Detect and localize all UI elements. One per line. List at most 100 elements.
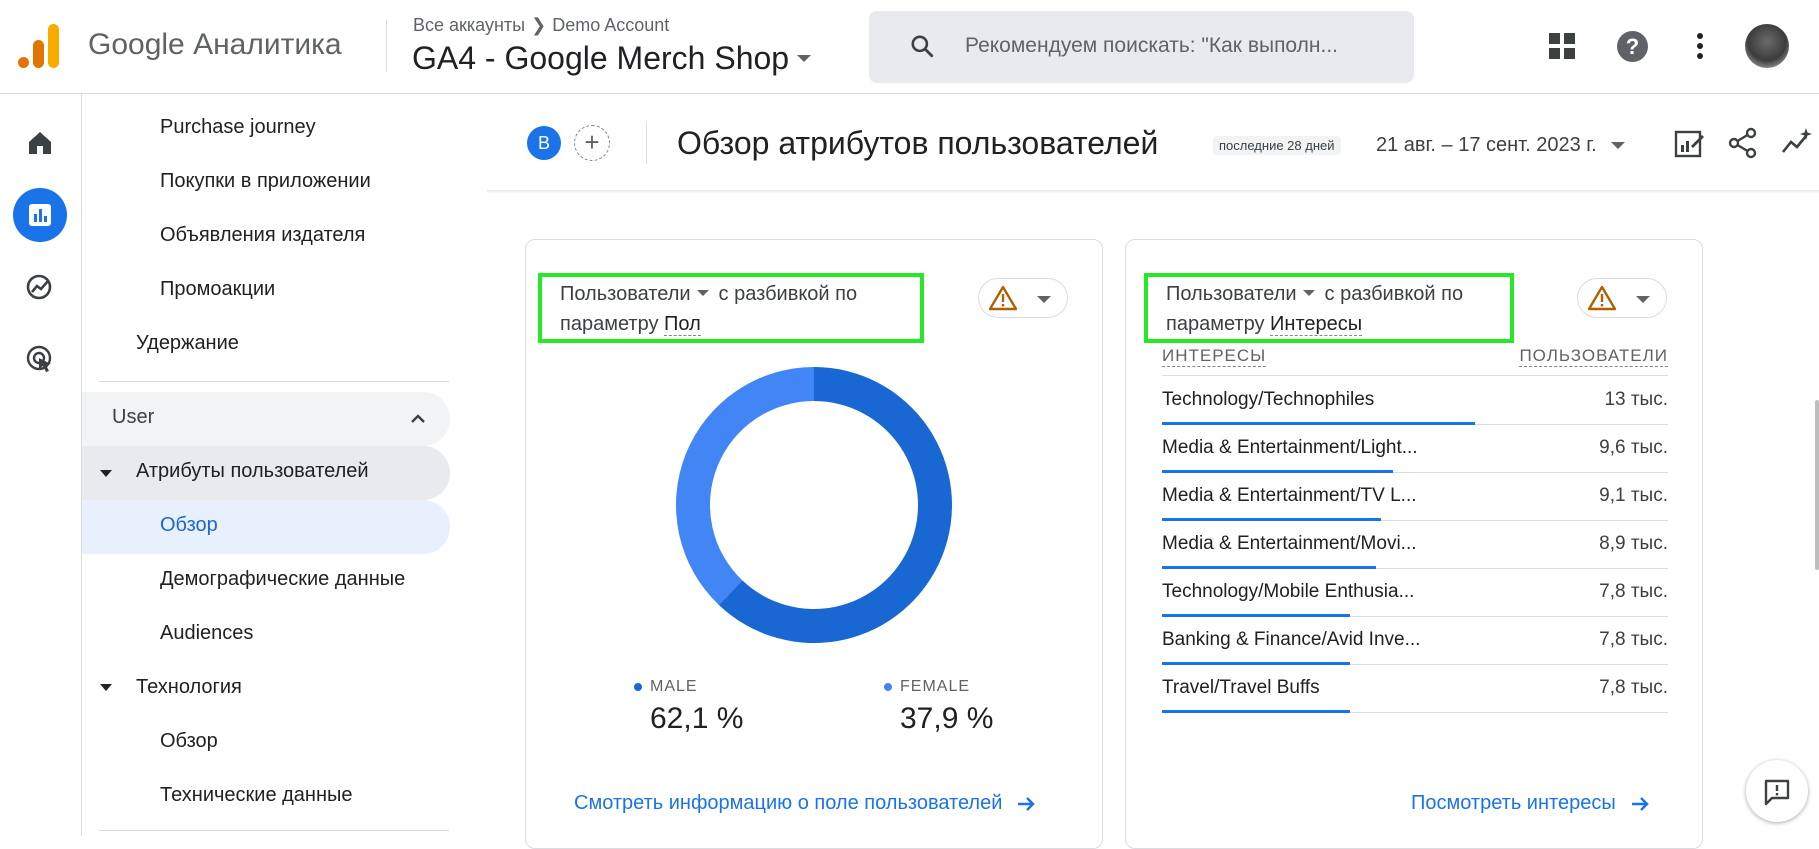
date-range-picker[interactable]: 21 авг. – 17 сент. 2023 г. — [1376, 134, 1625, 157]
metric-selector[interactable]: Пользователи — [560, 283, 691, 305]
users-value: 13 тыс. — [1604, 389, 1668, 410]
donut-slice-female[interactable] — [676, 367, 814, 606]
search-input[interactable]: Рекомендуем поискать: "Как выполн... — [965, 34, 1397, 58]
link-label[interactable]: Посмотреть интересы — [1411, 792, 1616, 815]
sidebar-item-tech-overview[interactable]: Обзор — [160, 730, 218, 753]
sidebar-item-purchase-journey[interactable]: Purchase journey — [160, 116, 316, 139]
avatar[interactable] — [1745, 24, 1789, 68]
table-row[interactable]: Technology/Technophiles 13 тыс. — [1162, 377, 1668, 425]
analytics-logo-icon[interactable] — [18, 24, 60, 68]
explore-icon[interactable] — [13, 260, 67, 314]
sidebar-item-label: Атрибуты пользователей — [136, 460, 369, 482]
legend-dot — [884, 683, 892, 691]
dimension-selector[interactable]: Интересы — [1270, 313, 1363, 336]
caret-down-icon[interactable] — [1610, 142, 1625, 149]
interest-name: Technology/Technophiles — [1162, 389, 1375, 410]
add-comparison-button[interactable]: + — [574, 125, 610, 161]
search-icon — [911, 35, 934, 58]
card-title: Пользователи с разбивкой по параметру Инт… — [1166, 279, 1463, 339]
caret-down-icon[interactable] — [1636, 296, 1650, 303]
interest-name: Banking & Finance/Avid Inve... — [1162, 629, 1421, 650]
interests-card: Пользователи с разбивкой по параметру Инт… — [1125, 239, 1703, 849]
sidebar-item-label: Обзор — [160, 514, 218, 536]
sidebar-divider — [99, 830, 449, 831]
caret-down-icon[interactable] — [696, 290, 709, 297]
breadcrumb[interactable]: Все аккаунты ❯ Demo Account — [413, 15, 669, 36]
sidebar-item-retention[interactable]: Удержание — [136, 332, 239, 355]
card-header-highlight: Пользователи с разбивкой по параметру Пол — [538, 273, 924, 343]
sidebar-item-promotions[interactable]: Промоакции — [160, 278, 275, 301]
table-row[interactable]: Technology/Mobile Enthusia... 7,8 тыс. — [1162, 569, 1668, 617]
share-icon[interactable] — [1726, 126, 1760, 160]
sidebar-section-user[interactable]: User — [82, 392, 450, 446]
table-header: ИНТЕРЕСЫ ПОЛЬЗОВАТЕЛИ — [1162, 346, 1668, 376]
breadcrumb-account[interactable]: Demo Account — [552, 15, 669, 36]
legend-dot — [634, 683, 642, 691]
users-value: 9,1 тыс. — [1599, 485, 1668, 506]
dimension-selector[interactable]: Пол — [664, 313, 701, 336]
link-label[interactable]: Смотреть информацию о поле пользователей — [574, 792, 1002, 815]
table-row[interactable]: Travel/Travel Buffs 7,8 тыс. — [1162, 665, 1668, 713]
caret-down-icon[interactable] — [100, 684, 112, 691]
data-quality-warning-button[interactable] — [978, 278, 1068, 318]
interest-name: Technology/Mobile Enthusia... — [1162, 581, 1415, 602]
caret-down-icon[interactable] — [1037, 296, 1051, 303]
data-quality-warning-button[interactable] — [1577, 278, 1667, 318]
breadcrumb-root[interactable]: Все аккаунты — [413, 15, 525, 36]
date-range-label[interactable]: 21 авг. – 17 сент. 2023 г. — [1376, 134, 1597, 157]
feedback-button[interactable] — [1746, 760, 1808, 822]
apps-icon[interactable] — [1547, 31, 1577, 61]
users-value: 7,8 тыс. — [1599, 629, 1668, 650]
view-interests-link[interactable]: Посмотреть интересы — [1411, 792, 1650, 815]
sidebar-item-technology[interactable]: Технология — [136, 676, 242, 699]
advertising-icon[interactable] — [13, 332, 67, 386]
sidebar-item-audiences[interactable]: Audiences — [160, 622, 253, 645]
home-icon[interactable] — [13, 116, 67, 170]
warning-icon — [1588, 285, 1616, 311]
warning-icon — [989, 285, 1017, 311]
insights-icon[interactable] — [1780, 126, 1814, 160]
caret-down-icon[interactable] — [797, 55, 812, 62]
table-row[interactable]: Media & Entertainment/TV L... 9,1 тыс. — [1162, 473, 1668, 521]
column-header-users[interactable]: ПОЛЬЗОВАТЕЛИ — [1519, 346, 1668, 367]
sidebar-item-tech-details[interactable]: Технические данные — [160, 784, 353, 807]
caret-down-icon[interactable] — [1302, 290, 1315, 297]
property-selector[interactable]: GA4 - Google Merch Shop — [412, 40, 812, 77]
chevron-up-icon[interactable] — [410, 412, 426, 424]
sidebar-item-user-attributes[interactable]: Атрибуты пользователей — [82, 446, 450, 500]
metric-selector[interactable]: Пользователи — [1166, 283, 1297, 305]
column-header-interests[interactable]: ИНТЕРЕСЫ — [1162, 346, 1267, 367]
left-rail — [0, 94, 82, 836]
sidebar-section-label: User — [112, 406, 155, 428]
property-name[interactable]: GA4 - Google Merch Shop — [412, 40, 789, 77]
view-gender-link[interactable]: Смотреть информацию о поле пользователей — [574, 792, 1036, 815]
caret-down-icon[interactable] — [100, 470, 112, 477]
interest-name: Travel/Travel Buffs — [1162, 677, 1320, 698]
comparison-segment-badge[interactable]: B — [527, 126, 561, 160]
arrow-forward-icon[interactable] — [1016, 795, 1036, 813]
table-row[interactable]: Media & Entertainment/Light... 9,6 тыс. — [1162, 425, 1668, 473]
table-row[interactable]: Media & Entertainment/Movi... 8,9 тыс. — [1162, 521, 1668, 569]
page-title: Обзор атрибутов пользователей — [677, 125, 1159, 161]
reports-icon[interactable] — [13, 188, 67, 242]
help-icon[interactable]: ? — [1617, 31, 1648, 62]
breakdown-text: с разбивкой по — [718, 283, 858, 305]
sidebar-item-overview-active[interactable]: Обзор — [82, 500, 450, 554]
sidebar-divider — [99, 381, 449, 382]
table-row[interactable]: Banking & Finance/Avid Inve... 7,8 тыс. — [1162, 617, 1668, 665]
legend-label: FEMALE — [900, 678, 971, 695]
arrow-forward-icon[interactable] — [1630, 795, 1650, 813]
header-divider — [386, 20, 387, 72]
gender-card: Пользователи с разбивкой по параметру Пол… — [525, 239, 1103, 849]
report-title-bar: B + Обзор атрибутов пользователей послед… — [470, 100, 1819, 192]
sidebar-item-demographics[interactable]: Демографические данные — [160, 568, 405, 591]
date-preset-chip[interactable]: последние 28 дней — [1213, 136, 1341, 155]
sidebar-item-in-app-purchases[interactable]: Покупки в приложении — [160, 170, 371, 193]
legend-value: 62,1 % — [650, 702, 744, 735]
customize-report-icon[interactable] — [1672, 126, 1706, 160]
interest-name: Media & Entertainment/Light... — [1162, 437, 1418, 458]
page-scrollbar[interactable] — [1815, 400, 1819, 570]
sidebar-item-publisher-ads[interactable]: Объявления издателя — [160, 224, 365, 247]
search-bar[interactable]: Рекомендуем поискать: "Как выполн... — [869, 11, 1414, 83]
more-vert-icon[interactable] — [1690, 31, 1710, 61]
